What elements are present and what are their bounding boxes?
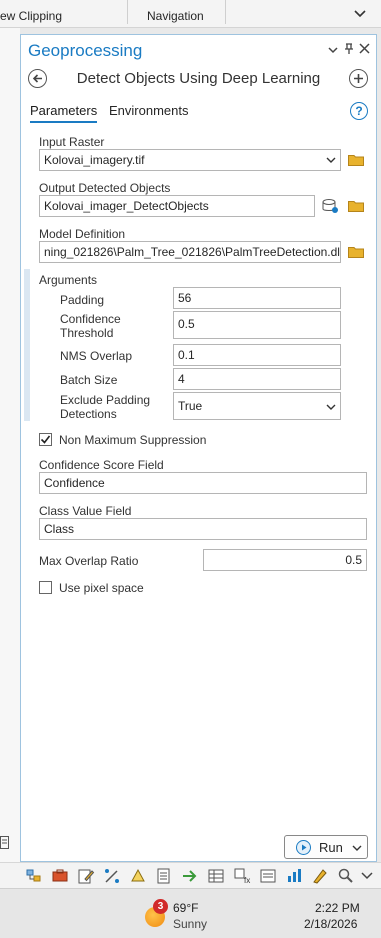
model-definition-label: Model Definition (39, 227, 126, 241)
arguments-label: Arguments (39, 273, 98, 287)
argument-value-nms-overlap-text: 0.1 (178, 348, 195, 362)
help-icon: ? (355, 104, 363, 118)
left-dock-sliver (0, 28, 20, 888)
argument-value-exclude-padding-text: True (178, 399, 203, 413)
close-icon[interactable] (359, 43, 370, 54)
svg-text:fx: fx (244, 876, 250, 885)
argument-name-exclude-padding: Exclude Padding Detections (60, 393, 151, 421)
non-max-suppression-checkbox[interactable] (39, 433, 52, 446)
output-objects-input[interactable]: Kolovai_imager_DetectObjects (39, 195, 315, 217)
add-icon (354, 74, 363, 83)
class-value-field-input[interactable]: Class (39, 518, 367, 540)
arguments-group-bar (24, 269, 30, 421)
tab-environments[interactable]: Environments (109, 103, 188, 121)
argument-name-confidence-threshold: Confidence Threshold (60, 312, 121, 340)
argument-value-batch-size-text: 4 (178, 372, 185, 386)
modify-features-icon[interactable] (103, 867, 121, 885)
class-value-field-value: Class (44, 522, 75, 536)
folder-icon[interactable] (348, 199, 364, 212)
chart-icon[interactable] (285, 867, 303, 885)
argument-value-padding[interactable]: 56 (173, 287, 341, 309)
weather-condition[interactable]: Sunny (173, 917, 207, 931)
table-grid-icon[interactable] (207, 867, 225, 885)
ribbon-group-clipping[interactable]: ew Clipping (0, 9, 62, 23)
max-overlap-ratio-value: 0.5 (345, 553, 362, 567)
catalog-icon[interactable] (25, 867, 43, 885)
chevron-down-icon[interactable] (353, 6, 367, 20)
add-to-project-button[interactable] (349, 69, 368, 88)
tool-title: Detect Objects Using Deep Learning (76, 70, 321, 87)
argument-value-exclude-padding-dropdown[interactable]: True (173, 392, 341, 420)
run-button-label: Run (319, 840, 343, 855)
list-icon[interactable] (259, 867, 277, 885)
model-definition-value: ning_021826\Palm_Tree_021826\PalmTreeDet… (44, 245, 341, 259)
play-icon (296, 840, 311, 855)
input-raster-value: Kolovai_imagery.tif (44, 153, 145, 167)
calculate-field-icon[interactable]: fx (233, 867, 251, 885)
forward-arrow-icon[interactable] (181, 867, 199, 885)
arguments-group: Arguments Padding 56 Confidence Threshol… (24, 269, 364, 421)
weather-badge: 3 (153, 899, 168, 914)
input-raster-dropdown[interactable]: Kolovai_imagery.tif (39, 149, 341, 171)
confidence-score-field-label: Confidence Score Field (39, 458, 164, 472)
clock-date[interactable]: 2/18/2026 (304, 917, 357, 931)
use-pixel-space-label[interactable]: Use pixel space (59, 581, 144, 595)
argument-value-nms-overlap[interactable]: 0.1 (173, 344, 341, 366)
help-button[interactable]: ? (350, 102, 368, 120)
confidence-score-field-value: Confidence (44, 476, 105, 490)
play-triangle-icon (302, 844, 307, 851)
explore-icon[interactable] (337, 867, 355, 885)
ribbon-separator (127, 0, 128, 24)
max-overlap-ratio-label: Max Overlap Ratio (39, 554, 139, 568)
ribbon-strip: ew Clipping Navigation (0, 0, 381, 28)
argument-name-nms-overlap: NMS Overlap (60, 349, 133, 363)
argument-name-padding: Padding (60, 293, 105, 307)
folder-icon[interactable] (348, 245, 364, 258)
geoprocessing-pane: Geoprocessing Detect Objects Using Deep … (20, 34, 377, 862)
max-overlap-ratio-input[interactable]: 0.5 (203, 549, 367, 571)
tab-parameters[interactable]: Parameters (30, 103, 98, 123)
confidence-score-field-input[interactable]: Confidence (39, 472, 367, 494)
argument-value-batch-size[interactable]: 4 (173, 368, 341, 390)
model-definition-input[interactable]: ning_021826\Palm_Tree_021826\PalmTreeDet… (39, 241, 341, 263)
attributes-icon[interactable] (155, 867, 173, 885)
output-objects-value: Kolovai_imager_DetectObjects (44, 199, 209, 213)
run-options-chevron-icon[interactable] (352, 844, 362, 852)
toolbox-icon[interactable] (51, 867, 69, 885)
folder-icon[interactable] (348, 153, 364, 166)
taskbar: 3 69°F Sunny 2:22 PM 2/18/2026 (0, 888, 381, 938)
argument-name-batch-size: Batch Size (60, 373, 118, 387)
database-link-icon[interactable] (321, 197, 339, 215)
weather-temperature[interactable]: 69°F (173, 901, 198, 915)
edit-icon[interactable] (77, 867, 95, 885)
clock-time[interactable]: 2:22 PM (315, 901, 360, 915)
layout-icon[interactable] (0, 836, 10, 850)
pane-options-chevron-icon[interactable] (328, 46, 338, 54)
create-features-icon[interactable] (129, 867, 147, 885)
run-button[interactable]: Run (284, 835, 368, 859)
chevron-down-icon (326, 404, 336, 410)
chevron-down-icon (326, 157, 336, 163)
class-value-field-label: Class Value Field (39, 504, 132, 518)
ribbon-group-navigation[interactable]: Navigation (147, 9, 204, 23)
use-pixel-space-checkbox[interactable] (39, 581, 52, 594)
pane-tool-strip: fx (0, 862, 381, 888)
argument-value-padding-text: 56 (178, 291, 192, 305)
tool-header: Detect Objects Using Deep Learning (21, 69, 376, 95)
ribbon-separator (225, 0, 226, 24)
argument-value-confidence-threshold-text: 0.5 (178, 317, 195, 331)
non-max-suppression-label[interactable]: Non Maximum Suppression (59, 433, 206, 447)
input-raster-label: Input Raster (39, 135, 105, 149)
symbology-icon[interactable] (311, 867, 329, 885)
more-tools-chevron-icon[interactable] (360, 867, 374, 885)
pin-icon[interactable] (344, 43, 354, 55)
argument-value-confidence-threshold[interactable]: 0.5 (173, 311, 341, 339)
pane-title: Geoprocessing (28, 41, 143, 60)
output-objects-label: Output Detected Objects (39, 181, 171, 195)
checkmark-icon (40, 435, 51, 444)
